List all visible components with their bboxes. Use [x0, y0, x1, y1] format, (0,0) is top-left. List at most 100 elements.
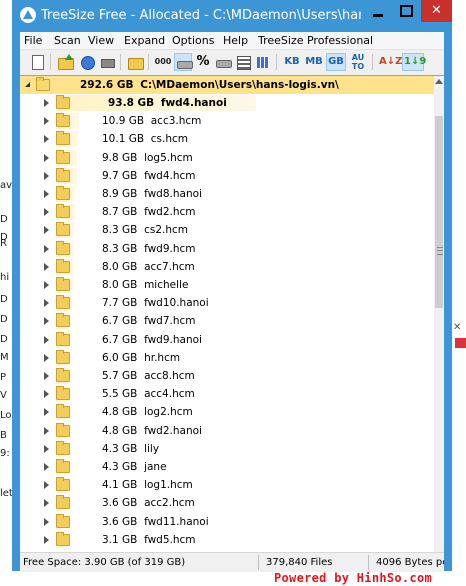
- collapse-icon[interactable]: [25, 82, 30, 87]
- scroll-up-icon[interactable]: [435, 79, 443, 84]
- expand-icon[interactable]: [44, 190, 49, 198]
- explorer-button[interactable]: [126, 53, 144, 71]
- sort-by-size-button[interactable]: 1↓9: [402, 53, 426, 71]
- tree-row-label: 8.9 GB fwd8.hanoi: [102, 185, 202, 203]
- expand-icon[interactable]: [44, 463, 49, 471]
- tree-row[interactable]: 9.7 GB fwd4.hcm: [20, 167, 434, 185]
- expand-icon[interactable]: [44, 317, 49, 326]
- tree-row[interactable]: 6.7 GB fwd7.hcm: [20, 312, 434, 330]
- tree-row[interactable]: 4.8 GB log2.hcm: [20, 403, 434, 421]
- expand-icon[interactable]: [44, 281, 49, 289]
- tree-row[interactable]: 6.7 GB fwd9.hanoi: [20, 331, 434, 349]
- select-directory-button[interactable]: [56, 53, 74, 71]
- expand-icon[interactable]: [44, 226, 49, 235]
- expand-icon[interactable]: [44, 171, 49, 180]
- tree-row[interactable]: 4.3 GB jane: [20, 458, 434, 476]
- expand-icon[interactable]: [44, 535, 49, 544]
- auto-unit-button[interactable]: AU TO: [348, 53, 368, 71]
- maximize-button[interactable]: [392, 0, 420, 22]
- tree-row[interactable]: 93.8 GB fwd4.hanoi: [20, 94, 434, 112]
- folder-icon: [56, 95, 70, 109]
- tree-row[interactable]: 8.3 GB fwd9.hcm: [20, 240, 434, 258]
- tree-row[interactable]: 9.8 GB log5.hcm: [20, 149, 434, 167]
- tree-row[interactable]: 7.7 GB fwd10.hanoi: [20, 294, 434, 312]
- printer-icon: [101, 59, 115, 68]
- menu-options[interactable]: Options: [172, 34, 214, 47]
- tree-row[interactable]: 5.5 GB acc4.hcm: [20, 385, 434, 403]
- tree-row[interactable]: 4.8 GB fwd2.hanoi: [20, 422, 434, 440]
- tree-row[interactable]: 4.1 GB log1.hcm: [20, 476, 434, 494]
- expand-icon[interactable]: [44, 153, 49, 162]
- expand-icon[interactable]: [44, 372, 49, 380]
- tree-row[interactable]: 5.7 GB acc8.hcm: [20, 367, 434, 385]
- tree-row-name: lily: [144, 442, 160, 455]
- tree-row[interactable]: 10.9 GB acc3.hcm: [20, 112, 434, 130]
- file-count-button[interactable]: 000: [154, 53, 172, 71]
- new-scan-button[interactable]: [28, 53, 46, 71]
- expand-icon[interactable]: [44, 353, 49, 362]
- scroll-thumb[interactable]: [435, 116, 443, 308]
- size-mode-button[interactable]: [174, 53, 193, 71]
- expand-icon[interactable]: [44, 335, 49, 344]
- print-button[interactable]: [98, 53, 116, 71]
- expand-icon[interactable]: [44, 117, 49, 126]
- expand-icon[interactable]: [44, 499, 49, 508]
- chart-button[interactable]: [254, 53, 272, 71]
- sort-by-name-button[interactable]: A↓Z: [378, 53, 402, 71]
- tree-row-name: fwd9.hcm: [144, 242, 196, 255]
- mb-button[interactable]: MB: [304, 53, 324, 71]
- kb-button[interactable]: KB: [282, 53, 302, 71]
- details-button[interactable]: [234, 53, 252, 71]
- expand-icon[interactable]: [44, 408, 49, 417]
- expand-icon[interactable]: [44, 208, 49, 217]
- expand-icon[interactable]: [44, 299, 49, 308]
- title-bar[interactable]: TreeSize Free - Allocated - C:\MDaemon\U…: [12, 0, 452, 32]
- gb-button[interactable]: GB: [326, 53, 346, 71]
- refresh-button[interactable]: [78, 53, 96, 71]
- expand-icon[interactable]: [44, 262, 49, 271]
- expand-icon[interactable]: [44, 481, 49, 490]
- expand-icon[interactable]: [44, 135, 49, 144]
- tree-row-label: 5.5 GB acc4.hcm: [102, 385, 195, 403]
- expand-icon[interactable]: [44, 99, 49, 107]
- tree-row[interactable]: 4.3 GB lily: [20, 440, 434, 458]
- expand-icon[interactable]: [44, 390, 49, 399]
- menu-treesize-professional[interactable]: TreeSize Professional: [258, 34, 373, 47]
- expand-icon[interactable]: [44, 426, 49, 435]
- tree-row-size: 8.3 GB: [102, 242, 138, 255]
- folder-icon: [56, 531, 70, 546]
- tree-row[interactable]: 8.3 GB cs2.hcm: [20, 221, 434, 239]
- expand-icon[interactable]: [44, 244, 49, 253]
- expand-icon[interactable]: [44, 517, 49, 526]
- percent-button[interactable]: %: [194, 53, 212, 71]
- allocated-space-button[interactable]: [214, 53, 232, 71]
- tree-row[interactable]: 6.0 GB hr.hcm: [20, 349, 434, 367]
- tree-row[interactable]: 10.1 GB cs.hcm: [20, 130, 434, 148]
- tree-row[interactable]: 8.9 GB fwd8.hanoi: [20, 185, 434, 203]
- folder-icon: [56, 513, 70, 528]
- menu-expand[interactable]: Expand: [124, 34, 165, 47]
- tree-row[interactable]: 8.0 GB michelle: [20, 276, 434, 294]
- tree-row[interactable]: 8.0 GB acc7.hcm: [20, 258, 434, 276]
- count-label: 000: [154, 57, 172, 66]
- tree-row[interactable]: 3.1 GB fwd5.hcm: [20, 531, 434, 549]
- vertical-scrollbar[interactable]: [434, 76, 444, 552]
- tree-row[interactable]: 3.6 GB acc2.hcm: [20, 494, 434, 512]
- tree-row-size: 3.1 GB: [102, 533, 138, 546]
- directory-tree[interactable]: 292.6 GB C:\MDaemon\Users\hans-logis.vn\…: [20, 75, 444, 552]
- tree-row[interactable]: 8.7 GB fwd2.hcm: [20, 203, 434, 221]
- treesize-app-icon[interactable]: [20, 7, 36, 23]
- minimize-button[interactable]: [364, 0, 392, 22]
- menu-view[interactable]: View: [88, 34, 114, 47]
- menu-help[interactable]: Help: [223, 34, 248, 47]
- menu-file[interactable]: File: [24, 34, 42, 47]
- tree-row-size: 9.7 GB: [102, 169, 138, 182]
- tree-root-row[interactable]: 292.6 GB C:\MDaemon\Users\hans-logis.vn\: [20, 76, 434, 94]
- close-button[interactable]: ✕: [421, 0, 452, 22]
- expand-icon[interactable]: [44, 444, 49, 453]
- auto-label-top: AU: [351, 53, 365, 62]
- tree-row[interactable]: 3.6 GB fwd11.hanoi: [20, 513, 434, 531]
- folder-icon: [56, 167, 70, 182]
- folder-icon: [56, 295, 70, 310]
- menu-scan[interactable]: Scan: [54, 34, 81, 47]
